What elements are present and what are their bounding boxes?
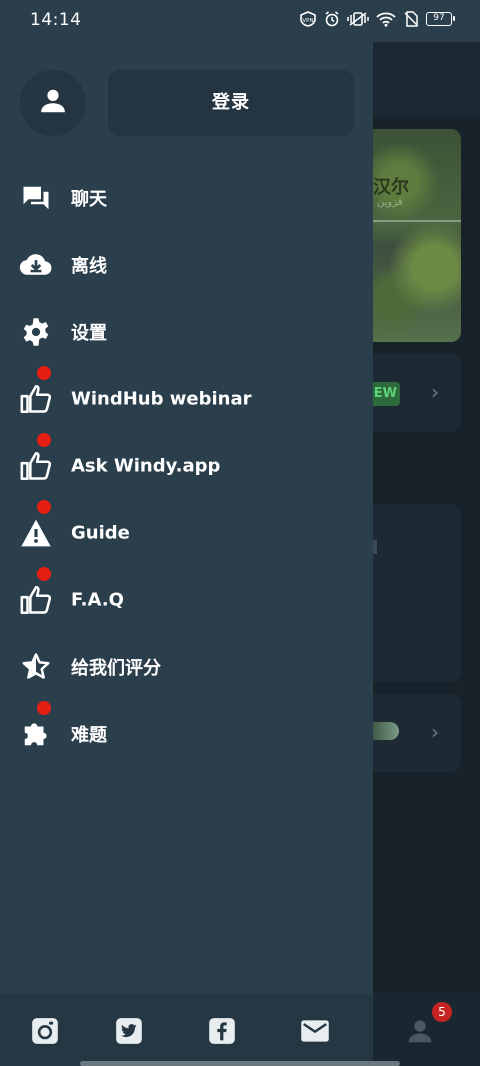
notification-dot — [37, 366, 51, 380]
background-map-label: 汉尔 — [373, 177, 409, 198]
menu-item-settings[interactable]: 设置 — [0, 298, 373, 365]
chevron-right-icon: › — [431, 380, 439, 404]
background-map-card[interactable]: 汉尔 قزوين — [373, 129, 461, 342]
thumbs-up-icon — [18, 381, 54, 417]
menu-item-offline[interactable]: 离线 — [0, 231, 373, 298]
login-button[interactable]: 登录 — [108, 70, 354, 136]
drawer-menu: 聊天 离线 设置 WindHub webinar Ask Windy.app G… — [0, 164, 373, 767]
avatar[interactable] — [20, 70, 86, 136]
background-map-divider — [373, 220, 461, 222]
background-header — [373, 42, 480, 117]
notification-dot — [37, 567, 51, 581]
background-toggle-card[interactable]: › — [373, 694, 461, 772]
wifi-icon — [376, 11, 396, 27]
cloud-download-icon — [18, 247, 54, 283]
vibrate-icon — [347, 11, 369, 27]
svg-text:VPN: VPN — [302, 18, 313, 24]
thumbs-up-icon — [18, 448, 54, 484]
warning-icon — [18, 515, 54, 551]
home-indicator[interactable] — [80, 1061, 400, 1066]
background-map-sublabel: قزوين — [377, 197, 403, 208]
background-toggle[interactable] — [373, 722, 399, 740]
status-bar: 14:14 VPN 97 — [0, 0, 480, 42]
menu-item-ask-windy[interactable]: Ask Windy.app — [0, 432, 373, 499]
background-bottom-nav: 5 — [373, 992, 480, 1066]
status-time: 14:14 — [30, 10, 82, 30]
facebook-icon[interactable] — [207, 1016, 237, 1046]
menu-item-label: WindHub webinar — [71, 388, 252, 409]
menu-item-faq[interactable]: F.A.Q — [0, 566, 373, 633]
chevron-right-icon: › — [431, 720, 439, 744]
notification-badge: 5 — [432, 1002, 452, 1022]
new-badge: EW — [373, 382, 400, 406]
background-news-card[interactable]: EW › — [373, 354, 461, 432]
chat-icon — [18, 180, 54, 216]
star-rate-icon — [18, 649, 54, 685]
menu-item-label: 设置 — [71, 322, 107, 344]
menu-item-chat[interactable]: 聊天 — [0, 164, 373, 231]
notification-dot — [37, 433, 51, 447]
puzzle-icon — [18, 716, 54, 752]
navigation-drawer: 登录 聊天 离线 设置 WindHub webinar Ask Windy.ap… — [0, 42, 373, 1066]
user-icon — [38, 86, 68, 120]
menu-item-label: 给我们评分 — [71, 657, 161, 679]
menu-item-windhub-webinar[interactable]: WindHub webinar — [0, 365, 373, 432]
background-app: 汉尔 قزوين EW › › 5 — [373, 42, 480, 1066]
notification-dot — [37, 500, 51, 514]
alarm-icon — [324, 11, 340, 27]
thumbs-up-icon — [18, 582, 54, 618]
battery-icon: 97 — [426, 12, 455, 26]
menu-item-guide[interactable]: Guide — [0, 499, 373, 566]
menu-item-puzzle[interactable]: 难题 — [0, 700, 373, 767]
twitter-icon[interactable] — [114, 1016, 144, 1046]
mail-icon[interactable] — [300, 1016, 330, 1046]
menu-item-label: F.A.Q — [71, 589, 124, 610]
notification-dot — [37, 701, 51, 715]
status-icons: VPN 97 — [299, 11, 455, 27]
background-card-mark — [373, 540, 377, 554]
menu-item-label: 聊天 — [71, 188, 107, 210]
gear-icon — [18, 314, 54, 350]
vpn-icon: VPN — [299, 11, 317, 27]
profile-icon[interactable] — [405, 1016, 435, 1050]
menu-item-rate-us[interactable]: 给我们评分 — [0, 633, 373, 700]
menu-item-label: Ask Windy.app — [71, 455, 221, 476]
sim-off-icon — [403, 11, 419, 27]
menu-item-label: 难题 — [71, 724, 107, 746]
menu-item-label: Guide — [71, 522, 130, 543]
instagram-icon[interactable] — [30, 1016, 60, 1046]
menu-item-label: 离线 — [71, 255, 107, 277]
background-content-card[interactable] — [373, 504, 461, 682]
social-links-bar — [0, 994, 373, 1066]
